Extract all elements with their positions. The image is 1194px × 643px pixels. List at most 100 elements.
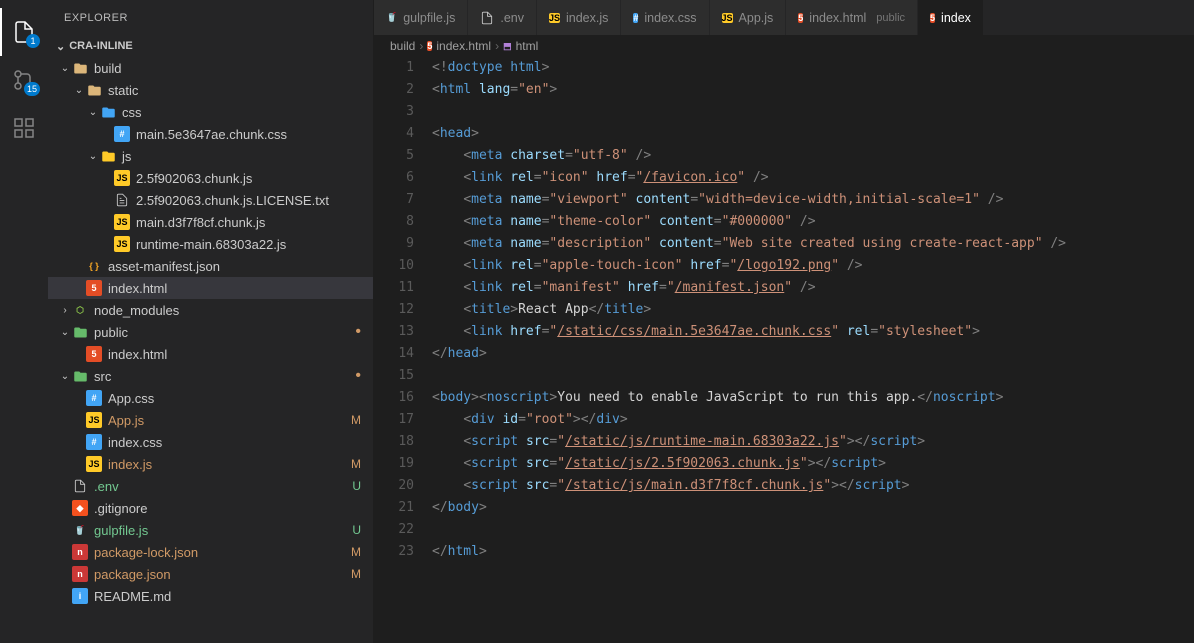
tree-file[interactable]: #index.css bbox=[48, 431, 373, 453]
tree-file[interactable]: ◆.gitignore bbox=[48, 497, 373, 519]
code-line[interactable]: <meta name="theme-color" content="#00000… bbox=[432, 211, 1194, 233]
js-icon: JS bbox=[722, 13, 733, 23]
git-status: M bbox=[351, 413, 361, 427]
code-line[interactable] bbox=[432, 101, 1194, 123]
js-icon: JS bbox=[114, 170, 130, 186]
tree-file[interactable]: JS index.js M bbox=[48, 453, 373, 475]
line-number: 6 bbox=[374, 167, 414, 189]
tree-folder[interactable]: ⌄src bbox=[48, 365, 373, 387]
code-line[interactable]: <meta charset="utf-8" /> bbox=[432, 145, 1194, 167]
editor-tab[interactable]: #index.css bbox=[621, 0, 709, 35]
code-line[interactable]: <title>React App</title> bbox=[432, 299, 1194, 321]
git-status: M bbox=[351, 457, 361, 471]
code-line[interactable]: </body> bbox=[432, 497, 1194, 519]
code-line[interactable] bbox=[432, 519, 1194, 541]
editor-tabs: 🥤gulpfile.js.envJSindex.js#index.cssJSAp… bbox=[374, 0, 1194, 35]
tree-file[interactable]: npackage.jsonM bbox=[48, 563, 373, 585]
tree-file[interactable]: npackage-lock.jsonM bbox=[48, 541, 373, 563]
editor-tab[interactable]: 5index.htmlpublic bbox=[786, 0, 918, 35]
tree-file[interactable]: iREADME.md bbox=[48, 585, 373, 607]
code-line[interactable]: <link rel="manifest" href="/manifest.jso… bbox=[432, 277, 1194, 299]
folder-icon bbox=[72, 324, 88, 340]
breadcrumb-item[interactable]: html bbox=[516, 39, 539, 53]
tree-folder[interactable]: ⌄js bbox=[48, 145, 373, 167]
breadcrumb-separator: › bbox=[419, 39, 423, 53]
code-line[interactable]: <meta name="description" content="Web si… bbox=[432, 233, 1194, 255]
code-line[interactable]: <head> bbox=[432, 123, 1194, 145]
code-editor[interactable]: 1234567891011121314151617181920212223 <!… bbox=[374, 57, 1194, 643]
git-status-dot bbox=[355, 323, 361, 341]
tree-folder[interactable]: ⌄static bbox=[48, 79, 373, 101]
code-line[interactable]: <meta name="viewport" content="width=dev… bbox=[432, 189, 1194, 211]
code-line[interactable]: <body><noscript>You need to enable JavaS… bbox=[432, 387, 1194, 409]
css-icon: # bbox=[86, 390, 102, 406]
editor-area: 🥤gulpfile.js.envJSindex.js#index.cssJSAp… bbox=[374, 0, 1194, 643]
tab-label: index.html bbox=[809, 11, 866, 25]
css-icon: # bbox=[86, 434, 102, 450]
activity-bar: 1 15 bbox=[0, 0, 48, 643]
git-status: U bbox=[352, 479, 361, 493]
breadcrumbs[interactable]: build›5index.html›⬒html bbox=[374, 35, 1194, 57]
code-content[interactable]: <!doctype html><html lang="en"> <head> <… bbox=[432, 57, 1194, 643]
code-line[interactable] bbox=[432, 365, 1194, 387]
breadcrumb-item[interactable]: build bbox=[390, 39, 415, 53]
editor-tab[interactable]: .env bbox=[468, 0, 537, 35]
editor-tab[interactable]: JSApp.js bbox=[710, 0, 787, 35]
chevron-icon: ⌄ bbox=[86, 107, 100, 118]
tree-label: static bbox=[108, 83, 138, 98]
tree-file[interactable]: 5index.html bbox=[48, 343, 373, 365]
line-number: 17 bbox=[374, 409, 414, 431]
folder-icon bbox=[72, 60, 88, 76]
tree-label: index.js bbox=[108, 457, 152, 472]
tree-file[interactable]: JSmain.d3f7f8cf.chunk.js bbox=[48, 211, 373, 233]
tree-file[interactable]: 2.5f902063.chunk.js.LICENSE.txt bbox=[48, 189, 373, 211]
tree-file[interactable]: 5index.html bbox=[48, 277, 373, 299]
tree-folder[interactable]: ⌄build bbox=[48, 57, 373, 79]
js-icon: JS bbox=[86, 412, 102, 428]
editor-tab[interactable]: JSindex.js bbox=[537, 0, 621, 35]
code-line[interactable]: <link rel="icon" href="/favicon.ico" /> bbox=[432, 167, 1194, 189]
line-number: 18 bbox=[374, 431, 414, 453]
code-line[interactable]: <link rel="apple-touch-icon" href="/logo… bbox=[432, 255, 1194, 277]
code-line[interactable]: <div id="root"></div> bbox=[432, 409, 1194, 431]
tree-file[interactable]: JSruntime-main.68303a22.js bbox=[48, 233, 373, 255]
file-tree[interactable]: ⌄build⌄static⌄css#main.5e3647ae.chunk.cs… bbox=[48, 57, 373, 643]
tree-label: README.md bbox=[94, 589, 171, 604]
code-line[interactable]: <link href="/static/css/main.5e3647ae.ch… bbox=[432, 321, 1194, 343]
folder-icon bbox=[72, 368, 88, 384]
code-line[interactable]: <html lang="en"> bbox=[432, 79, 1194, 101]
git-status: M bbox=[351, 567, 361, 581]
code-line[interactable]: <script src="/static/js/2.5f902063.chunk… bbox=[432, 453, 1194, 475]
tree-folder[interactable]: ›⬡node_modules bbox=[48, 299, 373, 321]
code-line[interactable]: <script src="/static/js/runtime-main.683… bbox=[432, 431, 1194, 453]
project-header[interactable]: ⌄ CRA-INLINE bbox=[48, 35, 373, 57]
code-line[interactable]: </html> bbox=[432, 541, 1194, 563]
tree-folder[interactable]: ⌄public bbox=[48, 321, 373, 343]
folder-icon bbox=[100, 148, 116, 164]
js-icon: JS bbox=[549, 13, 560, 23]
explorer-view-icon[interactable]: 1 bbox=[0, 8, 48, 56]
tree-file[interactable]: { }asset-manifest.json bbox=[48, 255, 373, 277]
editor-tab[interactable]: 🥤gulpfile.js bbox=[374, 0, 468, 35]
tree-file[interactable]: .env U bbox=[48, 475, 373, 497]
tree-file[interactable]: #main.5e3647ae.chunk.css bbox=[48, 123, 373, 145]
code-line[interactable]: </head> bbox=[432, 343, 1194, 365]
code-line[interactable]: <script src="/static/js/main.d3f7f8cf.ch… bbox=[432, 475, 1194, 497]
tree-file[interactable]: JS2.5f902063.chunk.js bbox=[48, 167, 373, 189]
line-number: 14 bbox=[374, 343, 414, 365]
source-control-icon[interactable]: 15 bbox=[0, 56, 48, 104]
breadcrumb-item[interactable]: index.html bbox=[436, 39, 491, 53]
chevron-icon: › bbox=[58, 305, 72, 316]
folder-icon bbox=[86, 82, 102, 98]
tree-folder[interactable]: ⌄css bbox=[48, 101, 373, 123]
js-icon: JS bbox=[86, 456, 102, 472]
tree-label: main.5e3647ae.chunk.css bbox=[136, 127, 287, 142]
tree-file[interactable]: #App.css bbox=[48, 387, 373, 409]
editor-tab[interactable]: 5index bbox=[918, 0, 984, 35]
tree-label: .env bbox=[94, 479, 119, 494]
tab-label: index bbox=[941, 11, 971, 25]
extensions-icon[interactable] bbox=[0, 104, 48, 152]
tree-file[interactable]: JSApp.jsM bbox=[48, 409, 373, 431]
tree-file[interactable]: 🥤gulpfile.jsU bbox=[48, 519, 373, 541]
code-line[interactable]: <!doctype html> bbox=[432, 57, 1194, 79]
